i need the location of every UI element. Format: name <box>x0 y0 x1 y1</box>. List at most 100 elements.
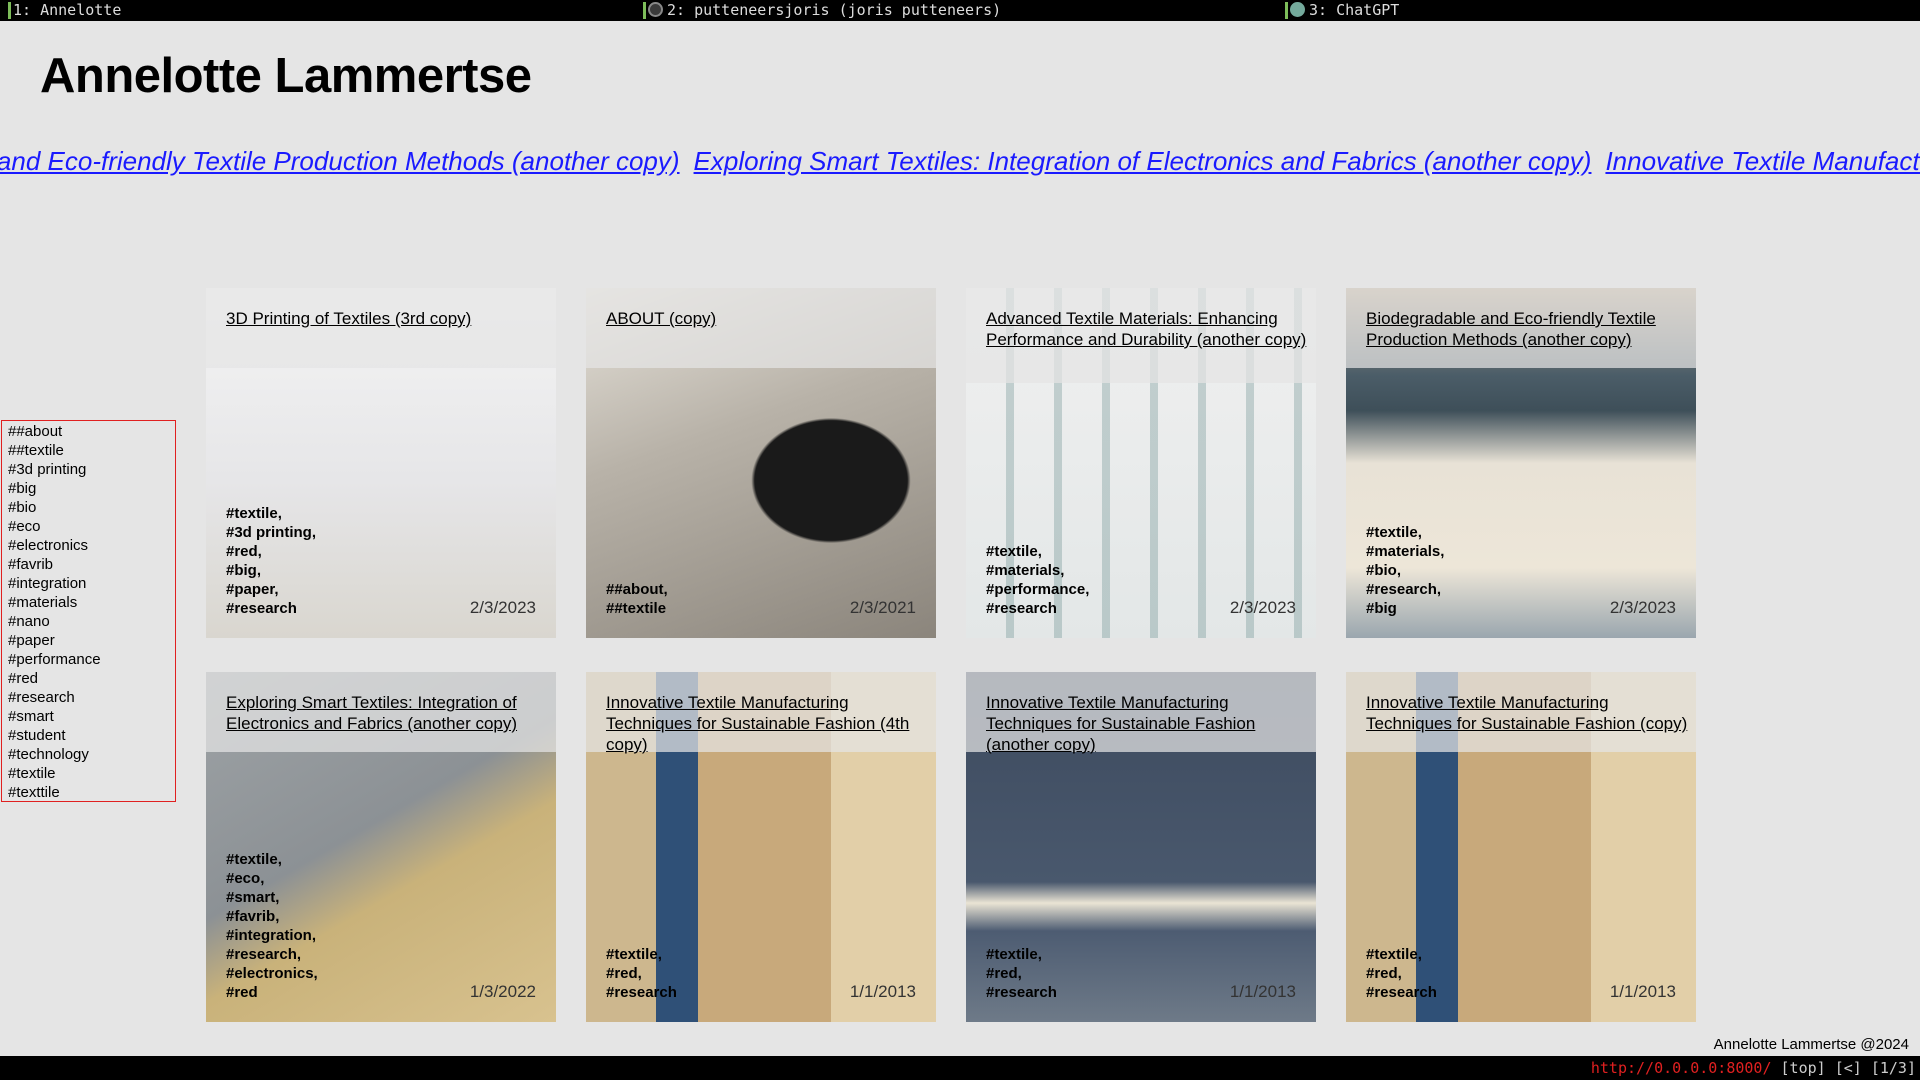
tab-annelotte[interactable]: 1: Annelotte <box>8 0 121 21</box>
project-tag: #research <box>226 600 297 617</box>
status-tab-index: [1/3] <box>1870 1059 1916 1077</box>
project-title-link[interactable]: Exploring Smart Textiles: Integration of… <box>226 692 552 734</box>
project-tags: #textile, #red, #research <box>986 945 1057 1002</box>
tag-filter-item[interactable]: #3d printing <box>8 460 169 479</box>
project-tag: #eco, <box>226 870 265 887</box>
project-tags: #textile, #3d printing, #red, #big, #paper, #… <box>226 504 316 618</box>
project-date: 2/3/2023 <box>1229 598 1296 617</box>
project-tags: #textile, #materials, #performance, #resear… <box>986 542 1089 618</box>
tag-filter-item[interactable]: #integration <box>8 574 169 593</box>
tag-filter-item[interactable]: #eco <box>8 517 169 536</box>
tab-chatgpt[interactable]: 3: ChatGPT <box>1285 0 1399 21</box>
tag-filter-item[interactable]: #smart <box>8 707 169 726</box>
project-tag: #textile, <box>226 505 282 522</box>
project-tag: #research, <box>226 946 302 963</box>
tag-filter-item[interactable]: #student <box>8 726 169 745</box>
project-tag: #textile, <box>986 543 1042 560</box>
project-date: 2/3/2021 <box>849 598 916 617</box>
marquee-link[interactable]: Innovative Textile Manufacturing Techniq… <box>1605 146 1920 176</box>
project-tag: #textile, <box>1366 946 1422 963</box>
project-tag: ##textile <box>606 600 667 617</box>
project-tags: ##about, ##textile <box>606 580 668 618</box>
project-tag: #red, <box>226 543 262 560</box>
project-tag: #textile, <box>986 946 1042 963</box>
project-tag: #paper, <box>226 581 279 598</box>
project-tags: #textile, #red, #research <box>606 945 677 1002</box>
project-card[interactable]: 3D Printing of Textiles (3rd copy) #texti… <box>206 288 556 638</box>
project-tag: #bio, <box>1366 562 1402 579</box>
project-date: 2/3/2023 <box>1609 598 1676 617</box>
project-card[interactable]: Advanced Textile Materials: Enhancing Pe… <box>966 288 1316 638</box>
tag-filter-item[interactable]: #bio <box>8 498 169 517</box>
tag-filter-item[interactable]: #materials <box>8 593 169 612</box>
project-title-link[interactable]: 3D Printing of Textiles (3rd copy) <box>226 308 552 329</box>
project-tag: #textile, <box>226 851 282 868</box>
project-card[interactable]: Innovative Textile Manufacturing Techniq… <box>1346 672 1696 1022</box>
project-tags: #textile, #red, #research <box>1366 945 1437 1002</box>
tab-label: 2: putteneersjoris (joris putteneers) <box>667 1 1002 19</box>
tag-filter-item[interactable]: #electronics <box>8 536 169 555</box>
tag-filter-item[interactable]: ##about <box>8 422 169 441</box>
github-icon <box>648 2 663 17</box>
project-tag: #performance, <box>986 581 1090 598</box>
tag-filter-item[interactable]: #paper <box>8 631 169 650</box>
project-tags: #textile, #eco, #smart, #favrib, #integratio… <box>226 850 318 1002</box>
tag-filter-item[interactable]: #favrib <box>8 555 169 574</box>
tag-filter-item[interactable]: #performance <box>8 650 169 669</box>
project-card[interactable]: ABOUT (copy) ##about, ##textile 2/3/2021 <box>586 288 936 638</box>
project-tag: #integration, <box>226 927 317 944</box>
project-tag: #red, <box>986 965 1022 982</box>
project-tags: #textile, #materials, #bio, #research, #big <box>1366 523 1444 618</box>
tag-filter-item[interactable]: #big <box>8 479 169 498</box>
tag-filter-item[interactable]: #textile <box>8 764 169 783</box>
tag-filter-item[interactable]: #research <box>8 688 169 707</box>
project-card[interactable]: Exploring Smart Textiles: Integration of… <box>206 672 556 1022</box>
project-title-link[interactable]: Innovative Textile Manufacturing Techniq… <box>1366 692 1692 734</box>
project-tag: #materials, <box>1366 543 1445 560</box>
project-date: 1/3/2022 <box>469 982 536 1001</box>
project-date: 1/1/2013 <box>1229 982 1296 1001</box>
browser-status-bar: http://0.0.0.0:8000/ [top] [<] [1/3] <box>0 1056 1920 1080</box>
project-tag: #research <box>606 984 677 1001</box>
project-tag: #research <box>986 984 1057 1001</box>
tag-filter-item[interactable]: ##textile <box>8 441 169 460</box>
project-card[interactable]: Biodegradable and Eco-friendly Textile P… <box>1346 288 1696 638</box>
marquee-links: Biodegradable and Eco-friendly Textile P… <box>0 146 1920 186</box>
tag-filter-item[interactable]: #technology <box>8 745 169 764</box>
project-title-link[interactable]: Advanced Textile Materials: Enhancing Pe… <box>986 308 1312 350</box>
marquee-link[interactable]: Exploring Smart Textiles: Integration of… <box>694 146 1592 176</box>
project-date: 1/1/2013 <box>1609 982 1676 1001</box>
site-title: Annelotte Lammertse <box>40 49 532 103</box>
project-tag: #favrib, <box>226 908 280 925</box>
marquee-link[interactable]: Biodegradable and Eco-friendly Textile P… <box>0 146 680 176</box>
tab-github[interactable]: 2: putteneersjoris (joris putteneers) <box>643 0 1001 21</box>
project-tag: #red, <box>606 965 642 982</box>
project-tag: #red <box>226 984 258 1001</box>
project-date: 1/1/2013 <box>849 982 916 1001</box>
project-title-link[interactable]: ABOUT (copy) <box>606 308 932 329</box>
footer-credit: Annelotte Lammertse @2024 <box>1713 1036 1909 1053</box>
project-title-link[interactable]: Innovative Textile Manufacturing Techniq… <box>606 692 932 755</box>
project-tag: #textile, <box>1366 524 1422 541</box>
project-tag: #big, <box>226 562 262 579</box>
project-tag: #3d printing, <box>226 524 316 541</box>
project-date: 2/3/2023 <box>469 598 536 617</box>
project-tag: #materials, <box>986 562 1065 579</box>
project-title-link[interactable]: Biodegradable and Eco-friendly Textile P… <box>1366 308 1692 350</box>
project-card[interactable]: Innovative Textile Manufacturing Techniq… <box>966 672 1316 1022</box>
project-card[interactable]: Innovative Textile Manufacturing Techniq… <box>586 672 936 1022</box>
tag-filter-item[interactable]: #red <box>8 669 169 688</box>
tag-filter-item[interactable]: #texttile <box>8 783 169 802</box>
browser-tab-bar: 1: Annelotte 2: putteneersjoris (joris p… <box>0 0 1920 21</box>
tag-filter-item[interactable]: #nano <box>8 612 169 631</box>
project-tag: #smart, <box>226 889 280 906</box>
tab-label: 3: ChatGPT <box>1309 1 1400 19</box>
project-tag: ##about, <box>606 581 668 598</box>
project-title-link[interactable]: Innovative Textile Manufacturing Techniq… <box>986 692 1312 755</box>
project-tag: #research, <box>1366 581 1442 598</box>
project-tag: #big <box>1366 600 1397 617</box>
chatgpt-icon <box>1290 2 1305 17</box>
tab-label: 1: Annelotte <box>13 1 122 19</box>
status-url: http://0.0.0.0:8000/ <box>1590 1059 1772 1077</box>
project-tag: #research <box>986 600 1057 617</box>
